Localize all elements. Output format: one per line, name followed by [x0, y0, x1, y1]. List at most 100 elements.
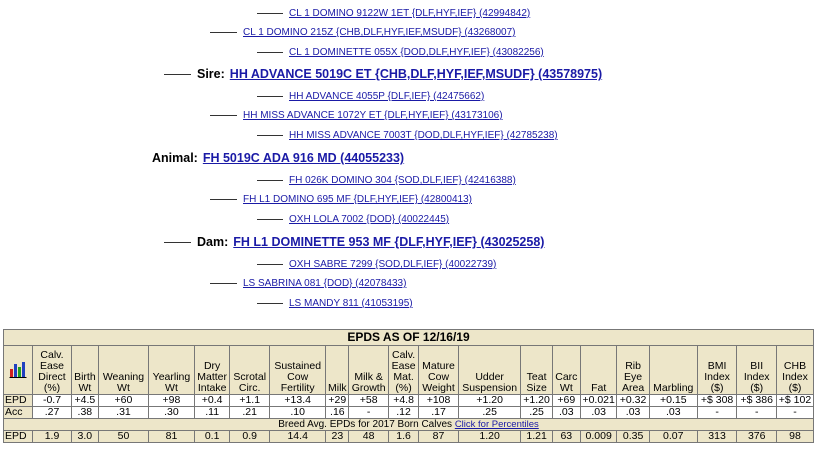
acc-value-cell: .16: [325, 406, 350, 419]
pedigree-dam-sire-dam-link[interactable]: OXH LOLA 7002 {DOD} (40022445): [289, 214, 449, 225]
breed-epd-row: EPD 1.9 3.0 50 81 0.1 0.9 14.4 23 48 1.6 87 1.20 1.2…: [2, 430, 814, 443]
pedigree-sire-dam-dam-link[interactable]: HH MISS ADVANCE 7003T {DOD,DLF,HYF,IEF} …: [289, 130, 558, 141]
pedigree-animal-link[interactable]: FH 5019C ADA 916 MD (44055233): [203, 151, 404, 165]
acc-value-cell: .03: [648, 406, 698, 419]
pedigree-dam-dam-link[interactable]: LS SABRINA 081 {DOD} (42078433): [243, 278, 406, 289]
pedigree-sire-row: Sire: HH ADVANCE 5019C ET {CHB,DLF,HYF,I…: [164, 67, 602, 81]
epd-header-cell: Udder Suspension: [457, 345, 522, 395]
epd-value-cell: +0.4: [193, 394, 231, 407]
breed-value-cell: 23: [325, 430, 350, 443]
acc-value-cell: -: [348, 406, 389, 419]
chart-icon-cell[interactable]: [2, 345, 34, 395]
pedigree-dam-dam-dam-row: LS MANDY 811 (41053195): [257, 298, 413, 309]
breed-value-cell: 48: [348, 430, 389, 443]
epd-table-title: EPDS AS OF 12/16/19: [3, 329, 814, 346]
sire-label: Sire:: [197, 67, 225, 81]
pedigree-sire-sire-link[interactable]: CL 1 DOMINO 215Z {CHB,DLF,HYF,IEF,MSUDF}…: [243, 27, 516, 38]
pedigree-dam-sire-row: FH L1 DOMINO 695 MF {DLF,HYF,IEF} (42800…: [210, 194, 472, 205]
breed-value-cell: 1.6: [387, 430, 420, 443]
acc-value-cell: .17: [418, 406, 459, 419]
percentiles-link[interactable]: Click for Percentiles: [455, 420, 539, 430]
breed-value-cell: 87: [418, 430, 459, 443]
breed-avg-text: Breed Avg. EPDs for 2017 Born Calves: [278, 419, 453, 430]
acc-value-cell: .38: [70, 406, 99, 419]
pedigree-sire-sire-sire-link[interactable]: CL 1 DOMINO 9122W 1ET {DLF,HYF,IEF} (429…: [289, 8, 530, 19]
tree-line: [164, 73, 191, 75]
animal-label: Animal:: [152, 151, 198, 165]
epd-value-cell: -0.7: [32, 394, 72, 407]
breed-value-cell: 0.1: [193, 430, 231, 443]
acc-value-cell: .25: [457, 406, 522, 419]
tree-line: [257, 96, 283, 97]
acc-value-cell: .10: [269, 406, 327, 419]
pedigree-dam-sire-sire-link[interactable]: FH 026K DOMINO 304 {SOD,DLF,IEF} (424163…: [289, 175, 516, 186]
tree-line: [257, 219, 283, 220]
epd-header-cell: Calv. Ease Direct (%): [32, 345, 72, 395]
epd-value-cell: +60: [97, 394, 150, 407]
epd-value-cell: +108: [418, 394, 459, 407]
epd-value-cell: +$ 308: [696, 394, 738, 407]
pedigree-sire-link[interactable]: HH ADVANCE 5019C ET {CHB,DLF,HYF,IEF,MSU…: [230, 67, 602, 81]
acc-row-label: Acc: [2, 406, 34, 419]
tree-line: [257, 303, 283, 304]
breed-value-cell: 0.07: [648, 430, 698, 443]
pedigree-dam-link[interactable]: FH L1 DOMINETTE 953 MF {DLF,HYF,IEF} (43…: [233, 235, 544, 249]
epd-value-cell: +0.15: [648, 394, 698, 407]
pedigree-dam-dam-sire-link[interactable]: OXH SABRE 7299 {SOD,DLF,IEF} (40022739): [289, 259, 496, 270]
epd-header-cell: Milk: [325, 345, 350, 395]
breed-value-cell: 14.4: [269, 430, 327, 443]
breed-value-cell: 50: [97, 430, 150, 443]
pedigree-dam-dam-row: LS SABRINA 081 {DOD} (42078433): [210, 278, 406, 289]
epd-value-cell: +4.5: [70, 394, 99, 407]
pedigree-sire-sire-row: CL 1 DOMINO 215Z {CHB,DLF,HYF,IEF,MSUDF}…: [210, 27, 516, 38]
acc-value-cell: .30: [148, 406, 195, 419]
epd-value-cell: +58: [348, 394, 389, 407]
epd-value-cell: +13.4: [269, 394, 327, 407]
breed-value-cell: 98: [776, 430, 814, 443]
epd-header-cell: BII Index ($): [736, 345, 778, 395]
epd-header-cell: Calv. Ease Mat. (%): [387, 345, 420, 395]
epd-row-label: EPD: [2, 394, 34, 407]
breed-value-cell: 63: [551, 430, 581, 443]
epd-value-cell: +98: [148, 394, 195, 407]
dam-label: Dam:: [197, 235, 229, 249]
pedigree-sire-sire-dam-link[interactable]: CL 1 DOMINETTE 055X {DOD,DLF,HYF,IEF} (4…: [289, 47, 544, 58]
epd-value-cell: +69: [551, 394, 581, 407]
epd-header-cell: Scrotal Circ.: [229, 345, 271, 395]
epd-value-cell: +0.32: [616, 394, 650, 407]
pedigree-sire-dam-dam-row: HH MISS ADVANCE 7003T {DOD,DLF,HYF,IEF} …: [257, 130, 558, 141]
tree-line: [257, 264, 283, 265]
epd-value-cell: +0.021: [579, 394, 618, 407]
epd-header-cell: Fat: [579, 345, 618, 395]
pedigree-dam-sire-dam-row: OXH LOLA 7002 {DOD} (40022445): [257, 214, 449, 225]
acc-value-cell: .25: [520, 406, 553, 419]
pedigree-sire-dam-sire-link[interactable]: HH ADVANCE 4055P {DLF,IEF} (42475662): [289, 91, 484, 102]
epd-header-cell: Weaning Wt: [97, 345, 150, 395]
pedigree-dam-row: Dam: FH L1 DOMINETTE 953 MF {DLF,HYF,IEF…: [164, 235, 544, 249]
epd-header-cell: Carc Wt: [551, 345, 581, 395]
epd-header-cell: Rib Eye Area: [616, 345, 650, 395]
tree-line: [257, 52, 283, 53]
epd-header-cell: CHB Index ($): [776, 345, 814, 395]
epd-header-cell: Teat Size: [520, 345, 553, 395]
epd-header-cell: Yearling Wt: [148, 345, 195, 395]
acc-value-cell: .31: [97, 406, 150, 419]
bar-chart-icon[interactable]: [9, 360, 27, 378]
acc-value-cell: .03: [616, 406, 650, 419]
pedigree-dam-sire-link[interactable]: FH L1 DOMINO 695 MF {DLF,HYF,IEF} (42800…: [243, 194, 472, 205]
epd-table: EPDS AS OF 12/16/19 Calv. Ease Direct (%…: [2, 329, 814, 443]
acc-value-cell: .27: [32, 406, 72, 419]
epd-value-cell: +1.20: [457, 394, 522, 407]
pedigree-dam-dam-dam-link[interactable]: LS MANDY 811 (41053195): [289, 298, 413, 309]
breed-value-cell: 1.20: [457, 430, 522, 443]
breed-value-cell: 376: [736, 430, 778, 443]
epd-header-cell: Sustained Cow Fertility: [269, 345, 327, 395]
pedigree-sire-dam-link[interactable]: HH MISS ADVANCE 1072Y ET {DLF,HYF,IEF} (…: [243, 110, 503, 121]
epd-values-row: EPD -0.7 +4.5 +60 +98 +0.4 +1.1 +13.4 +29 +58 +4.…: [2, 394, 814, 407]
pedigree-animal-row: Animal: FH 5019C ADA 916 MD (44055233): [152, 151, 404, 165]
epd-header-cell: Marbling: [648, 345, 698, 395]
acc-value-cell: .03: [579, 406, 618, 419]
epd-header-cell: Birth Wt: [70, 345, 99, 395]
tree-line: [210, 283, 237, 284]
acc-values-row: Acc .27.38.31.30.11.21.10.16- .12.17.25.2…: [2, 406, 814, 419]
